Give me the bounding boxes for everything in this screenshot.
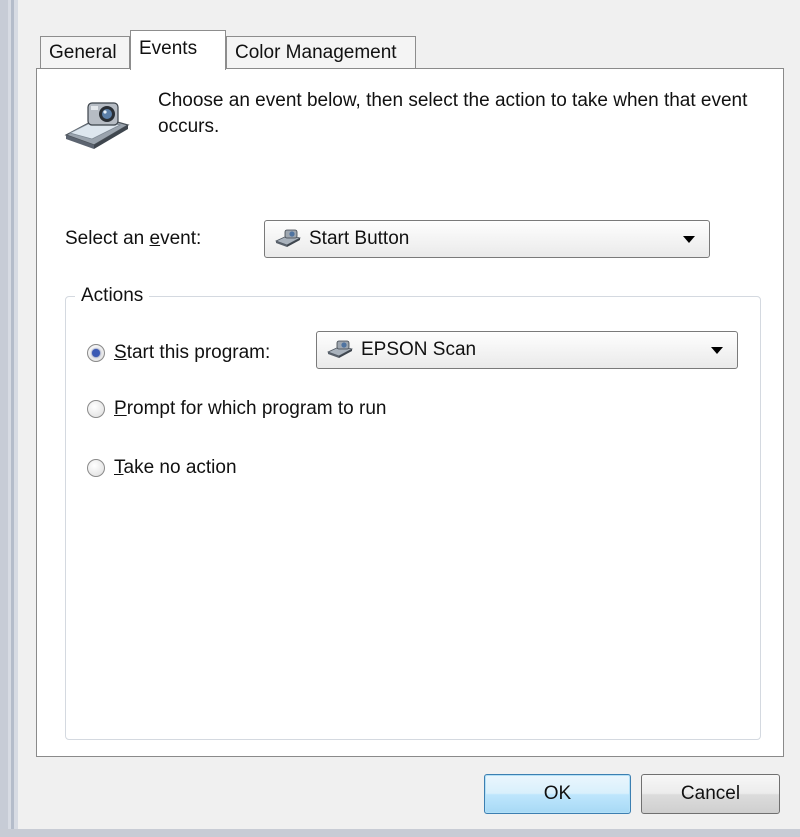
radio-no-action[interactable]	[87, 459, 105, 477]
program-select[interactable]: EPSON Scan	[316, 331, 738, 369]
event-select-value: Start Button	[309, 228, 410, 249]
radio-prompt-program-label[interactable]: Prompt for which program to run	[114, 398, 386, 420]
event-select[interactable]: Start Button	[264, 220, 710, 258]
radio-start-program-label[interactable]: Start this program:	[114, 342, 270, 364]
window-bottom-edge	[0, 829, 800, 837]
window-left-edge	[0, 0, 18, 837]
ok-button[interactable]: OK	[484, 774, 631, 814]
tab-join	[131, 67, 225, 70]
intro-text: Choose an event below, then select the a…	[158, 90, 748, 137]
program-select-value: EPSON Scan	[361, 339, 477, 360]
cancel-button[interactable]: Cancel	[641, 774, 780, 814]
scanner-small-icon	[327, 340, 353, 358]
actions-legend: Actions	[75, 285, 150, 307]
tab-color-management-label: Color Management	[235, 42, 397, 63]
select-event-label: Select an event:	[65, 228, 202, 249]
tab-general-label: General	[49, 42, 117, 63]
radio-start-program[interactable]	[87, 344, 105, 362]
scanner-small-icon	[275, 229, 301, 247]
scanner-camera-icon	[64, 102, 130, 149]
chevron-down-icon[interactable]	[711, 347, 723, 354]
chevron-down-icon[interactable]	[683, 236, 695, 243]
tab-general[interactable]: General	[40, 36, 130, 69]
radio-no-action-label[interactable]: Take no action	[114, 457, 237, 479]
tab-events-label: Events	[139, 38, 198, 59]
tab-color-management[interactable]: Color Management	[226, 36, 416, 69]
radio-selected-dot	[92, 349, 100, 357]
radio-prompt-program[interactable]	[87, 400, 105, 418]
tab-events[interactable]: Events	[130, 30, 226, 70]
